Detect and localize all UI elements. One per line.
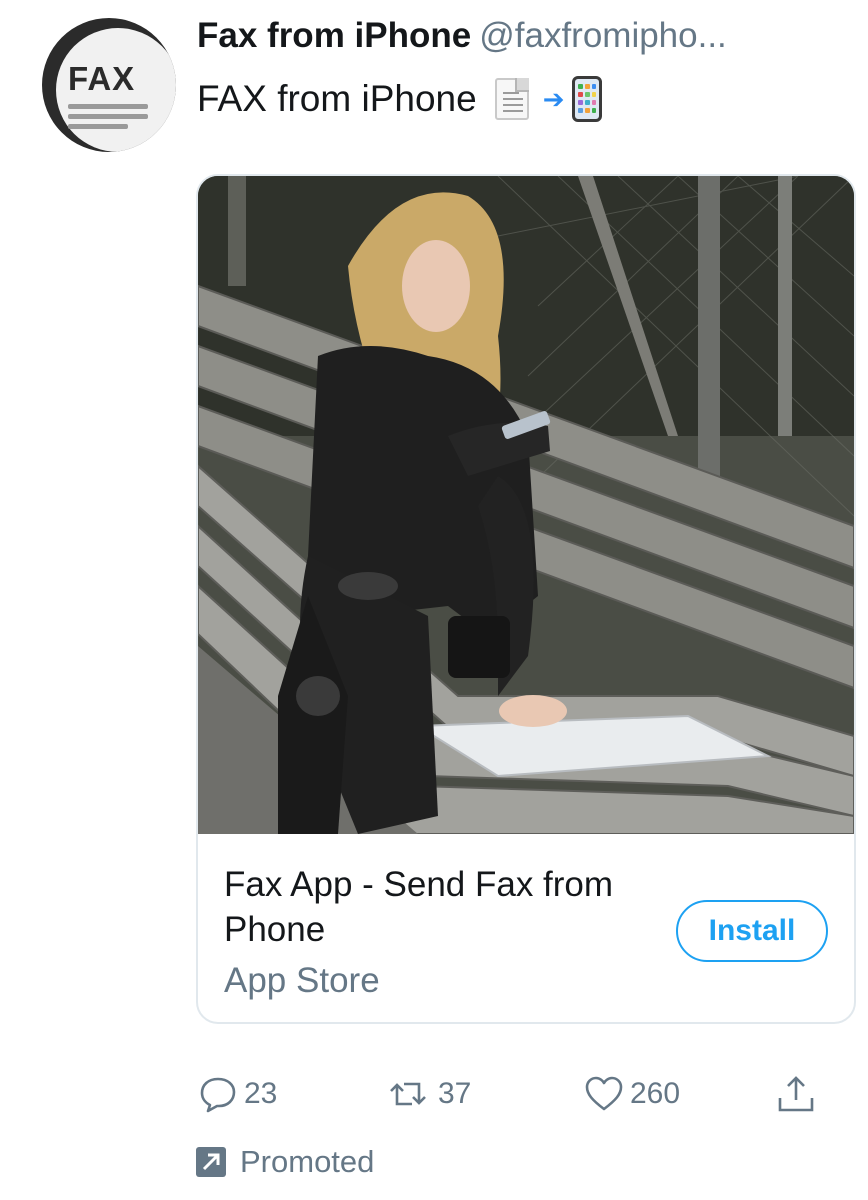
reply-icon [200, 1077, 236, 1113]
avatar-line [68, 124, 128, 129]
reply-button[interactable]: 23 [198, 1074, 277, 1114]
share-button[interactable] [776, 1074, 816, 1114]
card-title[interactable]: Fax App - Send Fax from Phone [224, 862, 624, 952]
promoted-label: Promoted [240, 1144, 375, 1179]
app-install-card[interactable]: Fax App - Send Fax from Phone App Store … [196, 174, 856, 1024]
tweet-header: Fax from iPhone @faxfromipho... [197, 14, 857, 58]
tweet-text: FAX from iPhone [197, 78, 477, 119]
reply-count: 23 [244, 1077, 278, 1110]
promoted-arrow-icon [196, 1147, 226, 1177]
heart-icon [585, 1076, 623, 1111]
bench-photo-illustration [198, 176, 854, 834]
user-handle[interactable]: @faxfromipho... [479, 16, 727, 55]
like-count: 260 [630, 1077, 681, 1110]
card-source: App Store [224, 961, 380, 1000]
retweet-icon [390, 1082, 426, 1106]
page-facing-up-icon [494, 78, 529, 120]
share-icon [778, 1076, 814, 1112]
mobile-phone-icon [572, 76, 603, 122]
retweet-count: 37 [438, 1077, 472, 1110]
install-button[interactable]: Install [676, 900, 828, 962]
card-image[interactable] [198, 176, 854, 834]
arrow-right-icon: ➔ [542, 84, 565, 114]
display-name[interactable]: Fax from iPhone [197, 16, 471, 55]
avatar-line [68, 114, 148, 119]
promoted-label-row: Promoted [196, 1144, 374, 1180]
retweet-button[interactable]: 37 [384, 1074, 471, 1114]
like-button[interactable]: 260 [584, 1074, 680, 1114]
profile-avatar[interactable]: FAX [42, 18, 176, 152]
avatar-line [68, 104, 148, 109]
avatar-fax-text: FAX [68, 60, 136, 97]
tweet-text-row: FAX from iPhone ➔ [197, 76, 603, 122]
